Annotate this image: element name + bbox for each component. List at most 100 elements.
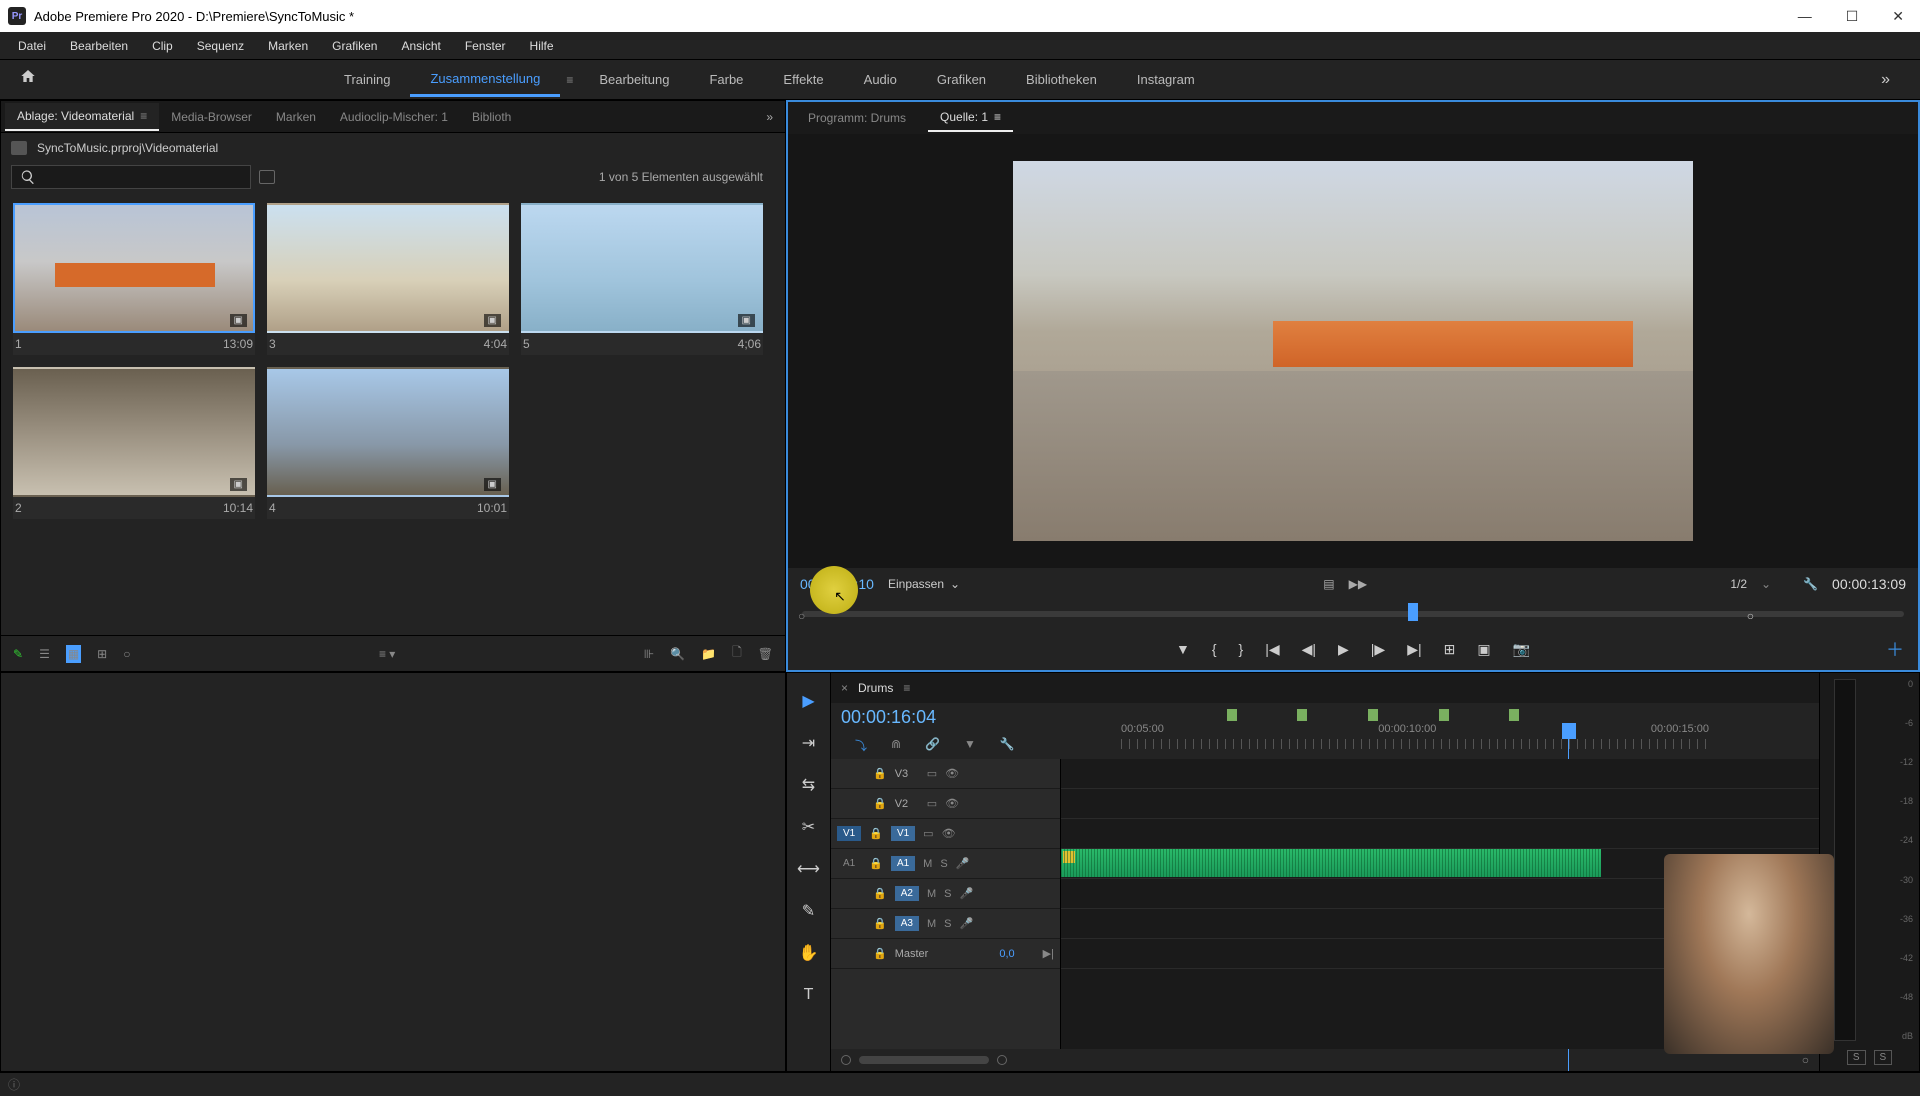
close-sequence-icon[interactable]: × [841, 681, 848, 695]
lock-icon[interactable]: 🔒 [873, 947, 887, 960]
workspace-effekte[interactable]: Effekte [763, 64, 843, 95]
go-to-out-icon[interactable]: ▶| [1407, 641, 1421, 658]
solo-right[interactable]: S [1874, 1050, 1893, 1065]
sequence-marker[interactable] [1439, 709, 1449, 721]
fit-dropdown[interactable]: Einpassen ⌄ [888, 577, 960, 591]
workspace-audio[interactable]: Audio [844, 64, 917, 95]
timeline-timecode[interactable]: 00:00:16:04 [841, 707, 936, 728]
zoom-end-handle[interactable]: ○ [1802, 1053, 1809, 1067]
clip-thumbnail[interactable]: ▣ [267, 367, 509, 497]
clip-item[interactable]: ▣ 113:09 [13, 203, 255, 355]
sort-menu-icon[interactable]: ≡ ▾ [379, 647, 395, 661]
audio-clip[interactable] [1061, 849, 1601, 877]
tab-menu-icon[interactable]: ≡ [140, 109, 147, 123]
eye-icon[interactable]: 👁 [945, 797, 959, 810]
sequence-menu-icon[interactable]: ≡ [903, 681, 910, 695]
workspace-zusammenstellung[interactable]: Zusammenstellung [410, 63, 560, 97]
menu-ansicht[interactable]: Ansicht [389, 35, 452, 57]
track-select-tool-icon[interactable]: ⇥ [797, 731, 821, 755]
workspace-training[interactable]: Training [324, 64, 410, 95]
clip-item[interactable]: ▣ 410:01 [267, 367, 509, 519]
menu-sequenz[interactable]: Sequenz [185, 35, 256, 57]
insert-mode-icon[interactable]: ⤵ [855, 737, 867, 754]
lock-icon[interactable]: 🔒 [873, 767, 887, 780]
menu-bearbeiten[interactable]: Bearbeiten [58, 35, 140, 57]
solo-left[interactable]: S [1847, 1050, 1866, 1065]
settings-icon[interactable]: 🔧 [1000, 737, 1015, 754]
new-bin-icon[interactable] [259, 170, 275, 184]
home-icon[interactable] [20, 68, 44, 92]
solo-icon[interactable]: S [944, 918, 951, 930]
source-patch-v1[interactable]: V1 [837, 826, 861, 841]
add-marker-icon[interactable]: ▼ [1176, 641, 1190, 657]
tab-bibliothek[interactable]: Biblioth [460, 104, 523, 130]
mute-icon[interactable]: M [927, 918, 936, 930]
workspace-instagram[interactable]: Instagram [1117, 64, 1215, 95]
minimize-button[interactable]: — [1790, 4, 1820, 29]
clip-thumbnail[interactable]: ▣ [521, 203, 763, 333]
mute-icon[interactable]: M [923, 858, 932, 870]
track-a1[interactable]: A1 🔒 A1 M S 🎤 [831, 849, 1060, 879]
clip-thumbnail[interactable]: ▣ [13, 367, 255, 497]
mark-out-icon[interactable]: } [1239, 641, 1244, 657]
trash-icon[interactable]: 🗑 [758, 647, 773, 661]
menu-datei[interactable]: Datei [6, 35, 58, 57]
tab-ablage[interactable]: Ablage: Videomaterial ≡ [5, 103, 159, 131]
freeform-view-icon[interactable]: ⊞ [97, 647, 107, 661]
solo-icon[interactable]: S [940, 858, 947, 870]
menu-grafiken[interactable]: Grafiken [320, 35, 389, 57]
out-point-icon[interactable]: ○ [1747, 609, 1754, 623]
zoom-in-handle[interactable] [997, 1055, 1007, 1065]
master-level[interactable]: 0,0 [999, 948, 1014, 960]
toggle-output-icon[interactable]: ▭ [923, 827, 933, 840]
type-tool-icon[interactable]: T [797, 983, 821, 1007]
panel-overflow-icon[interactable]: » [758, 110, 781, 124]
tab-program[interactable]: Programm: Drums [796, 105, 918, 131]
lock-icon[interactable]: 🔒 [869, 857, 883, 870]
clip-item[interactable]: ▣ 34:04 [267, 203, 509, 355]
sequence-marker[interactable] [1509, 709, 1519, 721]
sort-icon[interactable]: ○ [123, 647, 130, 661]
workspace-menu-icon[interactable]: ≡ [560, 73, 579, 87]
zoom-level[interactable]: 1/2 [1730, 577, 1747, 591]
new-bin-button[interactable]: 📁 [701, 647, 716, 661]
track-v2[interactable]: 🔒 V2 ▭ 👁 [831, 789, 1060, 819]
step-forward-icon[interactable]: |▶ [1371, 641, 1385, 658]
sequence-marker[interactable] [1297, 709, 1307, 721]
insert-icon[interactable]: ⊞ [1444, 641, 1456, 658]
pen-tool-icon[interactable]: ✎ [797, 899, 821, 923]
tab-source[interactable]: Quelle: 1 ≡ [928, 104, 1013, 132]
eye-icon[interactable]: 👁 [945, 767, 959, 780]
target-patch-a2[interactable]: A2 [895, 886, 919, 901]
lock-icon[interactable]: 🔒 [873, 917, 887, 930]
toggle-output-icon[interactable]: ▭ [927, 797, 937, 810]
play-icon[interactable]: ▶ [1338, 641, 1349, 658]
sequence-marker[interactable] [1368, 709, 1378, 721]
lock-icon[interactable]: 🔒 [869, 827, 883, 840]
overwrite-icon[interactable]: ▣ [1477, 641, 1490, 658]
bin-icon[interactable] [11, 141, 27, 155]
target-patch-a1[interactable]: A1 [891, 856, 915, 871]
button-editor-icon[interactable]: ＋ [1886, 636, 1904, 662]
selection-tool-icon[interactable]: ▶ [797, 689, 821, 713]
marker-icon[interactable]: ▼ [964, 737, 976, 754]
menu-marken[interactable]: Marken [256, 35, 320, 57]
sequence-name[interactable]: Drums [858, 681, 893, 695]
lock-icon[interactable]: 🔒 [873, 797, 887, 810]
pen-icon[interactable]: ✎ [13, 647, 23, 661]
tab-marken[interactable]: Marken [264, 104, 328, 130]
go-to-in-icon[interactable]: |◀ [1265, 641, 1279, 658]
solo-icon[interactable]: S [944, 888, 951, 900]
hand-tool-icon[interactable]: ✋ [797, 941, 821, 965]
new-item-icon[interactable]: 🗋 [732, 643, 742, 664]
snap-icon[interactable]: ⋒ [891, 737, 901, 754]
voice-over-icon[interactable]: 🎤 [959, 917, 973, 930]
step-back-icon[interactable]: ◀| [1302, 641, 1316, 658]
settings-icon[interactable]: ▤ [1323, 577, 1334, 591]
in-point-icon[interactable]: ○ [798, 609, 805, 623]
time-ruler[interactable]: 00:05:00 00:00:10:00 00:00:15:00 [1121, 709, 1709, 753]
icon-view-icon[interactable]: ▦ [66, 645, 81, 663]
find-icon[interactable]: 🔍 [670, 647, 685, 661]
automate-icon[interactable]: ⊪ [644, 647, 654, 661]
workspace-grafiken[interactable]: Grafiken [917, 64, 1006, 95]
